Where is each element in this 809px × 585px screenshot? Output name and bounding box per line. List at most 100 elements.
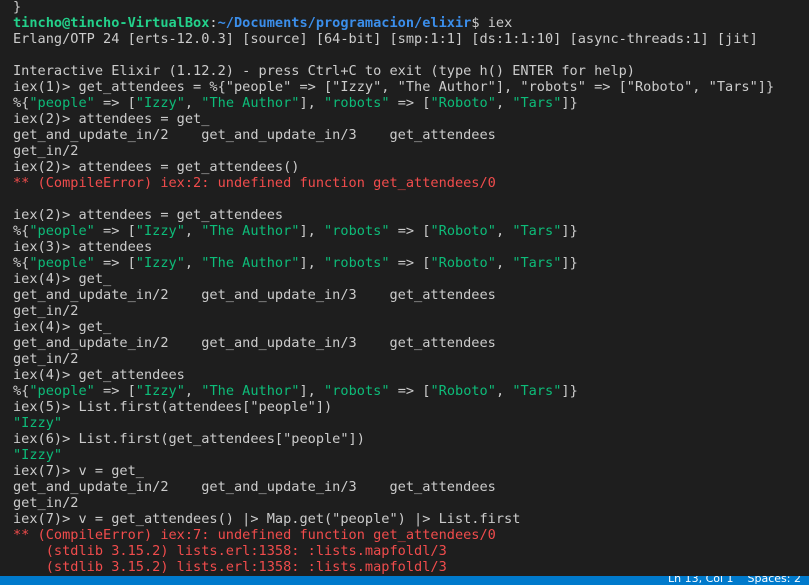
terminal-text: get_and_update_in/2 get_and_update_in/3 … [13,287,496,303]
terminal-line: get_and_update_in/2 get_and_update_in/3 … [13,479,809,495]
terminal-line: ** (CompileError) iex:2: undefined funct… [13,175,809,191]
terminal-text: $ iex [471,15,513,31]
terminal-line: iex(7)> v = get_attendees() |> Map.get("… [13,511,809,527]
terminal-text: Interactive Elixir (1.12.2) - press Ctrl… [13,63,635,79]
terminal-text: "Izzy" [13,447,63,463]
terminal-output: } tincho@tincho-VirtualBox:~/Documents/pr… [13,0,809,575]
terminal-text: iex(4)> get_ [13,319,112,335]
status-bar-text: Ln 13, Col 1 Spaces: 2 [668,576,801,585]
terminal-text: "Izzy" [13,415,63,431]
terminal-text: "robots" [324,95,390,111]
terminal-text: iex(7)> v = get_attendees() |> Map.get("… [13,511,521,527]
terminal-line: get_and_update_in/2 get_and_update_in/3 … [13,127,809,143]
terminal-line: get_in/2 [13,495,809,511]
terminal-text: "robots" [324,223,390,239]
status-bar: Ln 13, Col 1 Spaces: 2 [0,576,809,585]
terminal-text: ]} [561,95,578,111]
terminal-line: iex(2)> attendees = get_attendees [13,207,809,223]
terminal-text: => [ [94,383,136,399]
terminal-text: , [184,95,202,111]
terminal-text: "Roboto" [430,223,496,239]
terminal-text: ]} [561,383,578,399]
terminal-text: get_and_update_in/2 get_and_update_in/3 … [13,127,496,143]
terminal-text: (stdlib 3.15.2) lists.erl:1358: :lists.m… [13,543,447,559]
terminal-text: iex(2)> attendees = get_ [13,111,210,127]
terminal-text: => [ [389,223,431,239]
terminal-text: iex(4)> get_attendees [13,367,185,383]
terminal-panel[interactable]: } tincho@tincho-VirtualBox:~/Documents/pr… [0,0,809,576]
terminal-line: iex(1)> get_attendees = %{"people" => ["… [13,79,809,95]
terminal-text: iex(6)> List.first(get_attendees["people… [13,431,365,447]
terminal-line: iex(4)> get_attendees [13,367,809,383]
terminal-text: "people" [29,223,95,239]
terminal-text: => [ [389,255,431,271]
terminal-text: Erlang/OTP 24 [erts-12.0.3] [source] [64… [13,31,758,47]
terminal-text: "The Author" [201,223,300,239]
terminal-text: ~/Documents/programacion/elixir [217,15,472,31]
terminal-line: "Izzy" [13,447,809,463]
terminal-text: , [495,95,513,111]
terminal-text: "robots" [324,255,390,271]
terminal-text: iex(7)> v = get_ [13,463,144,479]
terminal-text: , [184,383,202,399]
terminal-line: (stdlib 3.15.2) lists.erl:1358: :lists.m… [13,559,809,575]
terminal-text: "people" [29,95,95,111]
terminal-text: => [ [389,383,431,399]
terminal-line: iex(2)> attendees = get_ [13,111,809,127]
terminal-text: get_in/2 [13,495,79,511]
terminal-text: => [ [94,255,136,271]
terminal-text: } [13,0,22,15]
terminal-text: "Roboto" [430,255,496,271]
terminal-text: get_and_update_in/2 get_and_update_in/3 … [13,335,496,351]
terminal-line: iex(2)> attendees = get_attendees() [13,159,809,175]
terminal-text: "Roboto" [430,95,496,111]
terminal-text: tincho@tincho-VirtualBox [13,15,210,31]
terminal-text: %{ [13,223,30,239]
terminal-line: "Izzy" [13,415,809,431]
terminal-line: iex(5)> List.first(attendees["people"]) [13,399,809,415]
terminal-text: iex(2)> attendees = get_attendees() [13,159,300,175]
terminal-text: ** (CompileError) iex:2: undefined funct… [13,175,496,191]
terminal-line: get_in/2 [13,143,809,159]
terminal-text: "people" [29,255,95,271]
terminal-text: get_in/2 [13,143,79,159]
terminal-text: ]} [561,223,578,239]
terminal-text: , [495,223,513,239]
terminal-text: ** (CompileError) iex:7: undefined funct… [13,527,496,543]
terminal-text: , [184,223,202,239]
terminal-line: %{"people" => ["Izzy", "The Author"], "r… [13,223,809,239]
terminal-text: "Roboto" [430,383,496,399]
terminal-text: "The Author" [201,255,300,271]
terminal-text: "robots" [324,383,390,399]
terminal-line: Erlang/OTP 24 [erts-12.0.3] [source] [64… [13,31,809,47]
terminal-text: "people" [29,383,95,399]
terminal-text: "Tars" [512,383,562,399]
terminal-line: tincho@tincho-VirtualBox:~/Documents/pro… [13,15,809,31]
terminal-text: "Izzy" [135,95,185,111]
terminal-line: iex(6)> List.first(get_attendees["people… [13,431,809,447]
terminal-text: "Izzy" [135,255,185,271]
terminal-text: "Izzy" [135,383,185,399]
terminal-text: => [ [389,95,431,111]
terminal-text: get_in/2 [13,303,79,319]
terminal-text: iex(4)> get_ [13,271,112,287]
terminal-text: iex(3)> attendees [13,239,153,255]
terminal-text: get_in/2 [13,351,79,367]
terminal-text: %{ [13,255,30,271]
terminal-text: "Tars" [512,223,562,239]
terminal-text: ], [299,383,325,399]
terminal-line: get_and_update_in/2 get_and_update_in/3 … [13,335,809,351]
terminal-line: get_in/2 [13,303,809,319]
terminal-text: iex(1)> get_attendees = %{"people" => ["… [13,79,775,95]
terminal-line: Interactive Elixir (1.12.2) - press Ctrl… [13,63,809,79]
terminal-line: ** (CompileError) iex:7: undefined funct… [13,527,809,543]
terminal-text: "The Author" [201,95,300,111]
terminal-line: } [13,0,809,15]
terminal-text: %{ [13,383,30,399]
terminal-text: => [ [94,223,136,239]
terminal-text: => [ [94,95,136,111]
terminal-text: (stdlib 3.15.2) lists.erl:1358: :lists.m… [13,559,447,575]
terminal-line: iex(4)> get_ [13,271,809,287]
